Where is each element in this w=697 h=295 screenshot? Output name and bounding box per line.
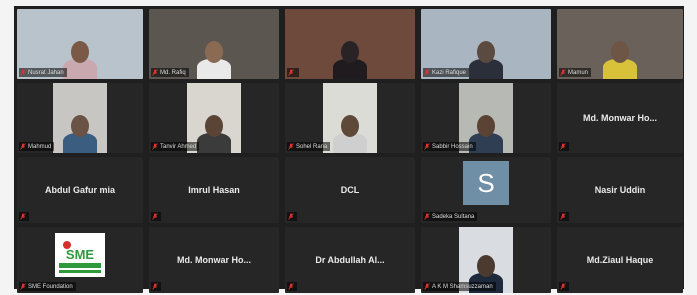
participant-tile[interactable]: Abdul Gafur mia xyxy=(17,157,143,223)
mic-muted-icon xyxy=(288,69,294,76)
nameplate-label: Kazi Rafique xyxy=(432,69,467,76)
mic-muted-icon xyxy=(20,143,26,150)
participant-display-name: Md. Monwar Ho... xyxy=(583,113,657,123)
nameplate-label: Md. Rafiq xyxy=(160,69,186,76)
participant-nameplate: Mahmud xyxy=(19,142,55,151)
mic-muted-icon xyxy=(152,283,158,290)
participant-tile[interactable]: Md. Monwar Ho... xyxy=(149,227,279,293)
nameplate-label: Mahmud xyxy=(28,143,52,150)
participant-tile[interactable]: A K M Shamsuzzaman xyxy=(421,227,551,293)
participant-tile[interactable]: Dr Abdullah Al... xyxy=(285,227,415,293)
person-head xyxy=(477,255,495,277)
nameplate-label: Sadeka Sultana xyxy=(432,213,475,220)
logo-text: SME xyxy=(65,247,95,262)
nameplate-label: Tanvir Ahmed xyxy=(160,143,197,150)
mic-muted-icon xyxy=(152,213,158,220)
mic-muted-icon xyxy=(560,69,566,76)
gallery-view: Nusrat Jahan Md. Rafiq Kazi Rafique Mamun Ma… xyxy=(14,6,684,293)
participant-display-name: Imrul Hasan xyxy=(188,185,240,195)
participant-tile[interactable]: Nasir Uddin xyxy=(557,157,683,223)
participant-tile[interactable]: Nusrat Jahan xyxy=(17,9,143,79)
participant-display-name: Md. Monwar Ho... xyxy=(177,255,251,265)
participant-display-name: DCL xyxy=(340,185,360,195)
participant-nameplate xyxy=(151,282,161,291)
nameplate-label: Nusrat Jahan xyxy=(28,69,64,76)
participant-tile[interactable] xyxy=(285,9,415,79)
participant-tile[interactable]: S Sadeka Sultana xyxy=(421,157,551,223)
person-head xyxy=(611,41,629,63)
participant-nameplate: Mamun xyxy=(559,68,592,77)
participant-video xyxy=(53,83,107,153)
participant-nameplate xyxy=(559,142,569,151)
mic-muted-icon xyxy=(424,143,430,150)
mic-muted-icon xyxy=(424,69,430,76)
mic-muted-icon xyxy=(152,143,158,150)
participant-video xyxy=(323,83,377,153)
mic-muted-icon xyxy=(288,213,294,220)
person-head xyxy=(341,115,359,137)
participant-tile[interactable]: Md. Rafiq xyxy=(149,9,279,79)
nameplate-label: A K M Shamsuzzaman xyxy=(432,283,493,290)
nameplate-label: Mamun xyxy=(568,69,589,76)
mic-muted-icon xyxy=(424,213,430,220)
participant-nameplate: Kazi Rafique xyxy=(423,68,470,77)
participant-nameplate xyxy=(19,212,29,221)
participant-tile[interactable]: SME SME Foundation xyxy=(17,227,143,293)
participant-display-name: Dr Abdullah Al... xyxy=(315,255,385,265)
mic-muted-icon xyxy=(288,283,294,290)
participant-tile[interactable]: Imrul Hasan xyxy=(149,157,279,223)
person-head xyxy=(477,115,495,137)
mic-muted-icon xyxy=(424,283,430,290)
participant-nameplate xyxy=(559,212,569,221)
participant-display-name: Nasir Uddin xyxy=(594,185,646,195)
mic-muted-icon xyxy=(20,213,26,220)
person-head xyxy=(205,115,223,137)
person-head xyxy=(71,41,89,63)
nameplate-label: Sohel Rana xyxy=(296,143,328,150)
person-head xyxy=(71,115,89,137)
participant-nameplate: Sohel Rana xyxy=(287,142,331,151)
person-head xyxy=(477,41,495,63)
participant-nameplate: Tanvir Ahmed xyxy=(151,142,200,151)
participant-display-name: Md.Ziaul Haque xyxy=(586,255,654,265)
participant-nameplate: Sabbir Hossain xyxy=(423,142,476,151)
participant-nameplate xyxy=(287,212,297,221)
participant-tile[interactable]: Kazi Rafique xyxy=(421,9,551,79)
participant-tile[interactable]: Mamun xyxy=(557,9,683,79)
participant-video xyxy=(285,9,415,79)
mic-muted-icon xyxy=(560,143,566,150)
participant-tile[interactable]: Mahmud xyxy=(17,83,143,153)
participant-nameplate: Sadeka Sultana xyxy=(423,212,478,221)
mic-muted-icon xyxy=(560,213,566,220)
participant-nameplate xyxy=(151,212,161,221)
sme-logo: SME xyxy=(55,233,105,277)
nameplate-label: Sabbir Hossain xyxy=(432,143,473,150)
avatar: S xyxy=(463,161,509,205)
person-head xyxy=(341,41,359,63)
person-head xyxy=(205,41,223,63)
participant-tile[interactable]: Md.Ziaul Haque xyxy=(557,227,683,293)
participant-tile[interactable]: Tanvir Ahmed xyxy=(149,83,279,153)
mic-muted-icon xyxy=(20,69,26,76)
participant-tile[interactable]: DCL xyxy=(285,157,415,223)
nameplate-label: SME Foundation xyxy=(28,283,73,290)
participant-nameplate xyxy=(287,282,297,291)
participant-tile[interactable]: Md. Monwar Ho... xyxy=(557,83,683,153)
participant-display-name: Abdul Gafur mia xyxy=(44,185,115,195)
mic-muted-icon xyxy=(20,283,26,290)
participant-nameplate: Md. Rafiq xyxy=(151,68,189,77)
participant-nameplate: SME Foundation xyxy=(19,282,76,291)
mic-muted-icon xyxy=(288,143,294,150)
mic-muted-icon xyxy=(560,283,566,290)
participant-nameplate: A K M Shamsuzzaman xyxy=(423,282,496,291)
participant-tile[interactable]: Sabbir Hossain xyxy=(421,83,551,153)
mic-muted-icon xyxy=(152,69,158,76)
participant-nameplate: Nusrat Jahan xyxy=(19,68,67,77)
participant-nameplate xyxy=(559,282,569,291)
participant-tile[interactable]: Sohel Rana xyxy=(285,83,415,153)
participant-nameplate xyxy=(287,68,299,77)
